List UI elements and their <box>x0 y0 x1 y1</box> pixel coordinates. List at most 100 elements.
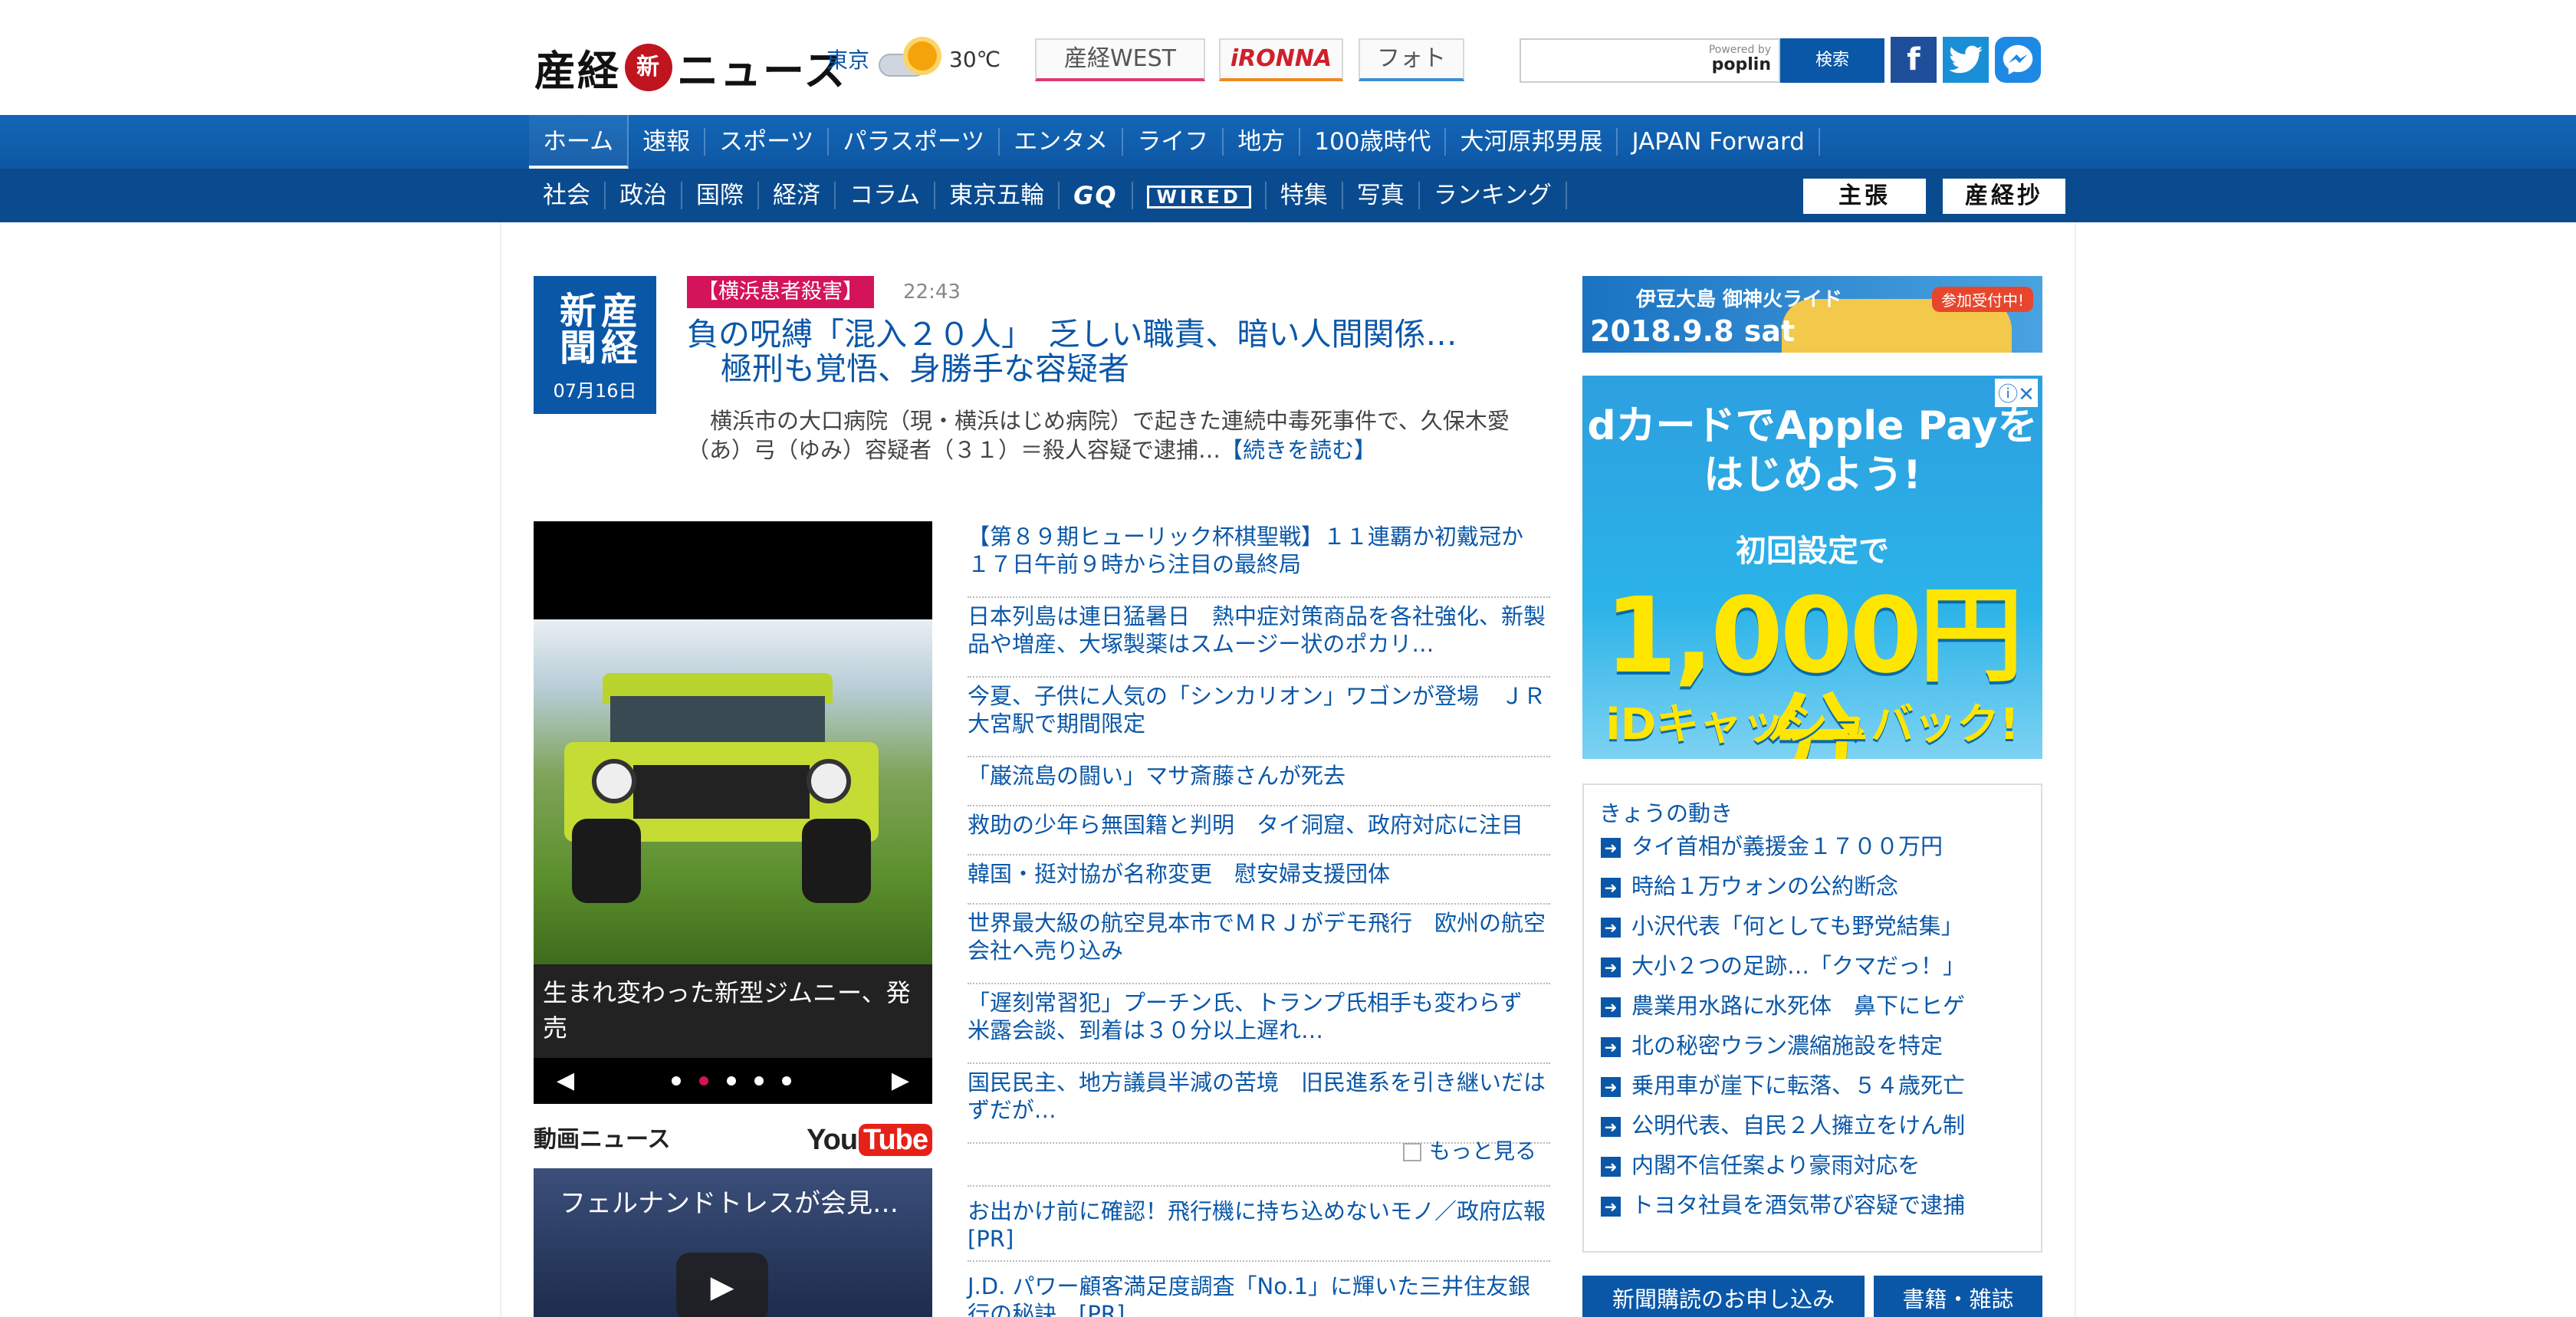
slider-dots <box>672 1076 791 1085</box>
nav-item-5[interactable]: ライフ <box>1123 128 1224 156</box>
slider-dot[interactable] <box>727 1076 736 1085</box>
today-item[interactable]: ➜ 大小２つの足跡…「クマだっ！」 <box>1584 946 2041 986</box>
newspaper-badge[interactable]: 産経新聞 07月16日 <box>534 276 656 414</box>
sun-cloud-icon <box>879 40 940 78</box>
lead-timestamp: 22:43 <box>903 281 961 304</box>
shucho-button[interactable]: 主張 <box>1803 179 1926 214</box>
dcard-ad[interactable]: ⓘ✕ dカードでApple Payを はじめよう! 初回設定で 1,000円分 i… <box>1582 376 2042 759</box>
slider-controls: ◀ ▶ <box>534 1058 932 1104</box>
today-item-label: 乗用車が崖下に転落、５４歳死亡 <box>1631 1072 1966 1099</box>
news-item[interactable]: 【第８９期ヒューリック杯棋聖戦】１１連覇か初戴冠か １７日午前９時から注目の最終… <box>968 518 1550 598</box>
slider-dot[interactable] <box>672 1076 681 1085</box>
nav-secondary-item-3[interactable]: 経済 <box>759 182 836 209</box>
slide-caption[interactable]: 生まれ変わった新型ジムニー、発売 <box>534 964 932 1058</box>
slide-image[interactable] <box>534 619 932 964</box>
slider-dot[interactable] <box>782 1076 791 1085</box>
facebook-icon[interactable]: f <box>1891 37 1937 83</box>
subscribe-button[interactable]: 新聞購読のお申し込み <box>1582 1276 1865 1317</box>
site-logo[interactable]: 産経 新 ニュース <box>534 37 846 97</box>
arrow-right-icon: ➜ <box>1601 838 1621 858</box>
photo-slider[interactable]: 生まれ変わった新型ジムニー、発売 ◀ ▶ <box>534 521 932 1104</box>
nav-secondary-item-9[interactable]: 写真 <box>1343 182 1420 209</box>
more-link[interactable]: もっと見る <box>1403 1135 1536 1165</box>
dcard-cashback: iDキャッシュバック! <box>1605 700 2019 750</box>
nav-secondary-item-0[interactable]: 社会 <box>529 182 606 209</box>
nav-item-2[interactable]: スポーツ <box>705 128 830 156</box>
logo-suffix: ニュース <box>677 47 847 95</box>
nav-item-6[interactable]: 地方 <box>1224 128 1301 156</box>
today-item[interactable]: ➜ 内閣不信任案より豪雨対応を <box>1584 1145 2041 1185</box>
slider-prev-button[interactable]: ◀ <box>557 1067 574 1094</box>
youtube-logo[interactable]: You Tube <box>807 1122 932 1158</box>
tab-ironna[interactable]: iRONNA <box>1219 38 1343 81</box>
today-item-label: 北の秘密ウラン濃縮施設を特定 <box>1631 1033 1944 1059</box>
today-item[interactable]: ➜ タイ首相が義援金１７００万円 <box>1584 826 2041 866</box>
today-item[interactable]: ➜ 北の秘密ウラン濃縮施設を特定 <box>1584 1026 2041 1066</box>
nav-secondary-item-8[interactable]: 特集 <box>1267 182 1343 209</box>
dcard-headline: dカードでApple Payを はじめよう! <box>1587 403 2038 498</box>
nav-item-8[interactable]: 大河原邦男展 <box>1446 128 1618 156</box>
nav-secondary-item-10[interactable]: ランキング <box>1420 182 1567 209</box>
news-item[interactable]: 救助の少年ら無国籍と判明 タイ洞窟、政府対応に注目 <box>968 806 1550 856</box>
today-item[interactable]: ➜ 農業用水路に水死体 鼻下にヒゲ <box>1584 986 2041 1026</box>
books-button[interactable]: 書籍・雑誌 <box>1874 1276 2042 1317</box>
nav-item-4[interactable]: エンタメ <box>1000 128 1124 156</box>
slider-next-button[interactable]: ▶ <box>892 1067 909 1094</box>
lead-headline[interactable]: 負の呪縛「混入２０人」 乏しい職責、暗い人間関係… 極刑も覚悟、身勝手な容疑者 <box>687 317 1546 386</box>
nav-secondary-label: ランキング <box>1433 182 1552 209</box>
nav-item-7[interactable]: 100歳時代 <box>1300 128 1447 156</box>
today-item[interactable]: ➜ トヨタ社員を酒気帯び容疑で逮捕 <box>1584 1185 2041 1225</box>
news-item[interactable]: 世界最大級の航空見本市でＭＲＪがデモ飛行 欧州の航空会社へ売り込み <box>968 905 1550 984</box>
nav-secondary-item-5[interactable]: 東京五輪 <box>935 182 1060 209</box>
nav-secondary-label: 国際 <box>696 182 744 209</box>
search-button[interactable]: 検索 <box>1780 38 1884 83</box>
pr-item[interactable]: J.D. パワー顧客満足度調査「No.1」に輝いた三井住友銀行の秘訣 [PR] <box>968 1260 1550 1317</box>
play-icon[interactable]: ▶ <box>676 1253 768 1317</box>
today-item[interactable]: ➜ 小沢代表「何としても野党結集」 <box>1584 906 2041 946</box>
nav-item-9[interactable]: JAPAN Forward <box>1618 128 1820 156</box>
dcard-subline: 初回設定で <box>1736 534 1889 569</box>
nav-secondary-item-4[interactable]: コラム <box>836 182 936 209</box>
nav-secondary-item-1[interactable]: 政治 <box>606 182 682 209</box>
today-item[interactable]: ➜ 乗用車が崖下に転落、５４歳死亡 <box>1584 1066 2041 1105</box>
news-item[interactable]: 今夏、子供に人気の「シンカリオン」ワゴンが登場 ＪＲ大宮駅で期間限定 <box>968 678 1550 757</box>
arrow-right-icon: ➜ <box>1601 1117 1621 1137</box>
news-item[interactable]: 「巌流島の闘い」マサ斎藤さんが死去 <box>968 757 1550 806</box>
lead-category-tag[interactable]: 【横浜患者殺害】 <box>687 276 874 308</box>
messenger-icon[interactable] <box>1995 37 2041 83</box>
nav-secondary-item-7[interactable]: WIRED <box>1133 182 1267 209</box>
arrow-right-icon: ➜ <box>1601 918 1621 938</box>
logo-text: 産経 <box>534 47 620 95</box>
pr-item[interactable]: お出かけ前に確認！飛行機に持ち込めないモノ／政府広報 [PR] <box>968 1185 1568 1260</box>
today-item[interactable]: ➜ 時給１万ウォンの公約断念 <box>1584 866 2041 906</box>
nav-item-1[interactable]: 速報 <box>629 128 706 156</box>
today-item[interactable]: ➜ 公明代表、自民２人擁立をけん制 <box>1584 1105 2041 1145</box>
search-input[interactable]: Powered by poplin <box>1520 38 1780 83</box>
news-item[interactable]: 韓国・挺対協が名称変更 慰安婦支援団体 <box>968 856 1550 905</box>
tab-sankei-west[interactable]: 産経WEST <box>1035 38 1205 81</box>
izu-banner-ad[interactable]: 伊豆大島 御神火ライド 2018.9.8 sat 参加受付中! <box>1582 276 2042 353</box>
poplin-logo: poplin <box>1711 55 1771 74</box>
news-item[interactable]: 日本列島は連日猛暑日 熱中症対策商品を各社強化、新製品や増産、大塚製薬はスムージ… <box>968 598 1550 678</box>
nav-secondary-item-2[interactable]: 国際 <box>682 182 759 209</box>
lead-summary: 横浜市の大口病院（現・横浜はじめ病院）で起きた連続中毒死事件で、久保木愛（あ）弓… <box>687 408 1510 463</box>
nav-secondary-label: 東京五輪 <box>949 182 1045 209</box>
video-thumbnail[interactable]: フェルナンドトレスが会見… ▶ <box>534 1168 932 1317</box>
read-more-link[interactable]: 【続きを読む】 <box>1221 437 1376 463</box>
tab-photo[interactable]: フォト <box>1359 38 1464 81</box>
lead-headline-line2: 極刑も覚悟、身勝手な容疑者 <box>721 350 1129 387</box>
izu-banner-date: 2018.9.8 sat <box>1590 314 1796 348</box>
powered-by-label: Powered by poplin <box>1708 44 1771 74</box>
nav-item-3[interactable]: パラスポーツ <box>829 128 1001 156</box>
secondary-nav: 社会 政治 国際 経済 コラム 東京五輪 GQ WIRED 特集 写真 ランキング <box>0 169 2576 222</box>
sankeisho-button[interactable]: 産経抄 <box>1943 179 2065 214</box>
twitter-icon[interactable] <box>1943 37 1989 83</box>
nav-secondary-label: コラム <box>849 182 921 209</box>
nav-secondary-item-6[interactable]: GQ <box>1060 182 1133 209</box>
slider-dot[interactable] <box>699 1076 708 1085</box>
weather-widget[interactable]: 東京 30℃ <box>826 40 1001 78</box>
slider-dot[interactable] <box>754 1076 764 1085</box>
news-item[interactable]: 国民民主、地方議員半減の苦境 旧民進系を引き継いだはずだが… <box>968 1064 1550 1144</box>
news-item[interactable]: 「遅刻常習犯」プーチン氏、トランプ氏相手も変わらず 米露会談、到着は３０分以上遅… <box>968 984 1550 1064</box>
nav-item-0[interactable]: ホーム <box>529 115 629 169</box>
